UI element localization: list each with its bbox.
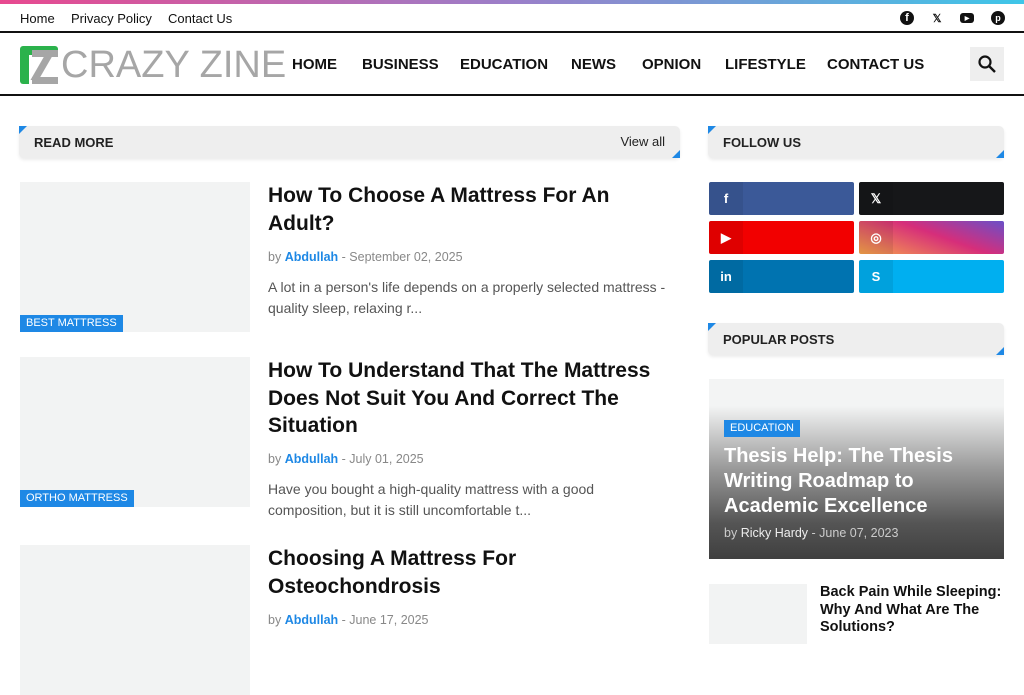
x-icon: 𝕏 xyxy=(859,182,893,215)
category-badge[interactable]: ORTHO MATTRESS xyxy=(20,490,134,507)
view-all-link[interactable]: View all xyxy=(620,134,665,149)
instagram-button[interactable]: ◎ xyxy=(859,221,1004,254)
popular-posts-header: POPULAR POSTS xyxy=(708,323,1004,355)
nav-lifestyle[interactable]: LIFESTYLE xyxy=(725,56,806,73)
post-thumbnail[interactable] xyxy=(709,584,807,644)
search-button[interactable] xyxy=(970,47,1004,81)
follow-us-header: FOLLOW US xyxy=(708,126,1004,158)
article-title[interactable]: How To Understand That The Mattress Does… xyxy=(268,357,678,440)
facebook-icon[interactable]: f xyxy=(900,11,914,25)
article-title[interactable]: How To Choose A Mattress For An Adult? xyxy=(268,182,678,237)
logo-text: CRAZY ZINE xyxy=(61,44,287,86)
article-thumbnail[interactable]: ORTHO MATTRESS xyxy=(20,357,250,507)
featured-title[interactable]: Thesis Help: The Thesis Writing Roadmap … xyxy=(724,444,989,519)
instagram-icon: ◎ xyxy=(859,221,893,254)
top-bar: Home Privacy Policy Contact Us f 𝕏 ▶ p xyxy=(0,4,1024,33)
logo-mark-icon xyxy=(20,46,58,84)
nav-education[interactable]: EDUCATION xyxy=(460,56,548,73)
author-link[interactable]: Abdullah xyxy=(285,452,338,466)
article-meta: by Abdullah - September 02, 2025 xyxy=(268,250,463,264)
x-button[interactable]: 𝕏 xyxy=(859,182,1004,215)
article-meta: by Abdullah - July 01, 2025 xyxy=(268,452,424,466)
linkedin-icon: in xyxy=(709,260,743,293)
skype-button[interactable]: S xyxy=(859,260,1004,293)
x-icon[interactable]: 𝕏 xyxy=(930,11,944,25)
article-thumbnail[interactable] xyxy=(20,545,250,695)
top-link-contact[interactable]: Contact Us xyxy=(168,11,232,26)
section-title: POPULAR POSTS xyxy=(723,332,835,347)
article-thumbnail[interactable]: BEST MATTRESS xyxy=(20,182,250,332)
facebook-button[interactable]: f xyxy=(709,182,854,215)
pinterest-icon[interactable]: p xyxy=(991,11,1005,25)
skype-icon: S xyxy=(859,260,893,293)
linkedin-button[interactable]: in xyxy=(709,260,854,293)
section-title: FOLLOW US xyxy=(723,135,801,150)
youtube-icon[interactable]: ▶ xyxy=(960,13,974,23)
author-link[interactable]: Abdullah xyxy=(285,613,338,627)
nav-opinion[interactable]: OPNION xyxy=(642,56,701,73)
category-badge[interactable]: EDUCATION xyxy=(724,420,800,437)
search-icon xyxy=(978,55,996,73)
site-logo[interactable]: CRAZY ZINE xyxy=(20,46,286,84)
nav-news[interactable]: NEWS xyxy=(571,56,616,73)
read-more-header: READ MORE View all xyxy=(19,126,680,158)
youtube-button[interactable]: ▶ xyxy=(709,221,854,254)
site-header: CRAZY ZINE HOME BUSINESS EDUCATION NEWS … xyxy=(0,35,1024,96)
nav-contact-us[interactable]: CONTACT US xyxy=(827,56,924,73)
article-meta: by Abdullah - June 17, 2025 xyxy=(268,613,429,627)
author-link[interactable]: Ricky Hardy xyxy=(741,526,808,540)
top-link-home[interactable]: Home xyxy=(20,11,55,26)
featured-post[interactable]: EDUCATION Thesis Help: The Thesis Writin… xyxy=(709,379,1004,559)
nav-business[interactable]: BUSINESS xyxy=(362,56,439,73)
article-excerpt: A lot in a person's life depends on a pr… xyxy=(268,279,666,316)
youtube-icon: ▶ xyxy=(709,221,743,254)
facebook-icon: f xyxy=(709,182,743,215)
nav-home[interactable]: HOME xyxy=(292,56,337,73)
author-link[interactable]: Abdullah xyxy=(285,250,338,264)
article-excerpt: Have you bought a high-quality mattress … xyxy=(268,481,595,518)
featured-meta: by Ricky Hardy - June 07, 2023 xyxy=(724,526,899,540)
category-badge[interactable]: BEST MATTRESS xyxy=(20,315,123,332)
section-title: READ MORE xyxy=(34,135,114,150)
article-title[interactable]: Choosing A Mattress For Osteochondrosis xyxy=(268,545,678,600)
top-link-privacy[interactable]: Privacy Policy xyxy=(71,11,152,26)
